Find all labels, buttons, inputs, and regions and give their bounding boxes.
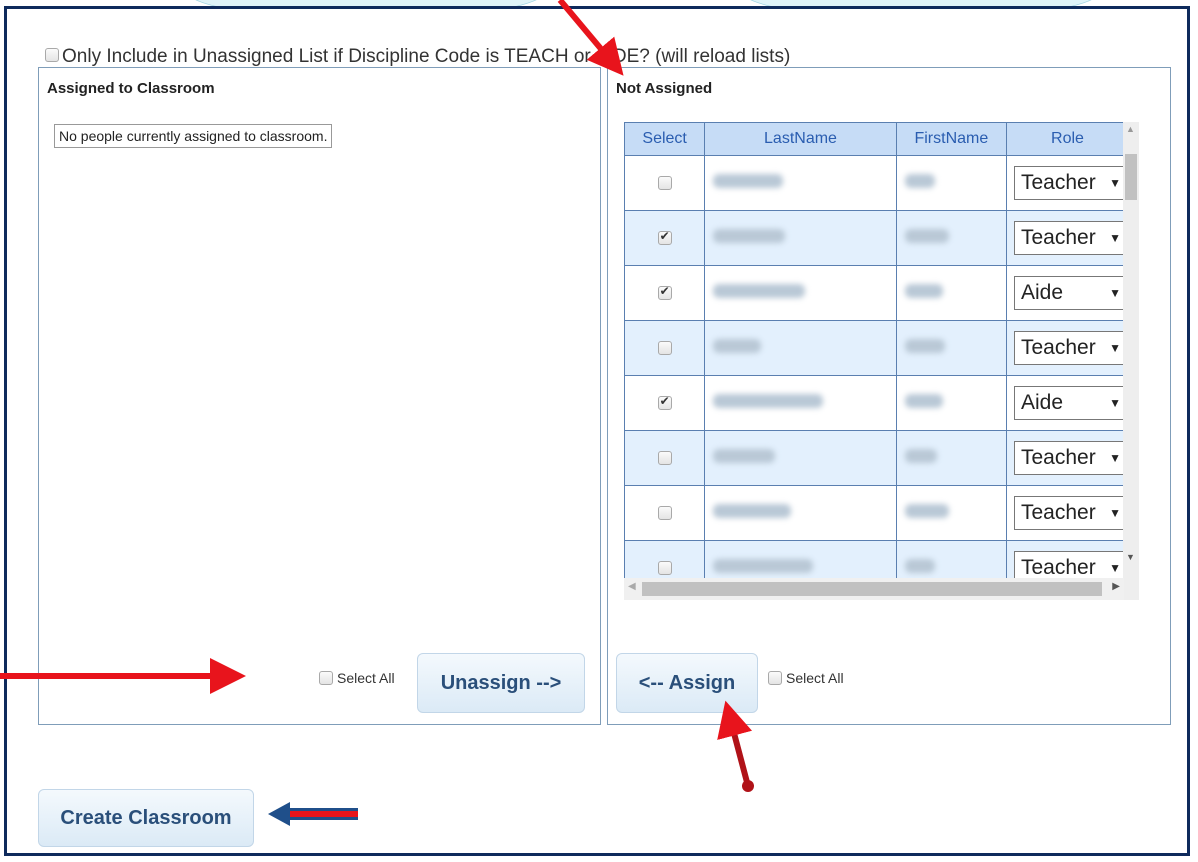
annotation-arrows-overlay: [0, 0, 754, 826]
assign-annotation-dot: [742, 780, 754, 792]
create-annotation-arrow-core: [288, 811, 358, 817]
top-annotation-arrow: [557, 0, 624, 76]
create-annotation-arrow-head: [268, 802, 290, 826]
assign-annotation-arrow: [717, 700, 753, 787]
